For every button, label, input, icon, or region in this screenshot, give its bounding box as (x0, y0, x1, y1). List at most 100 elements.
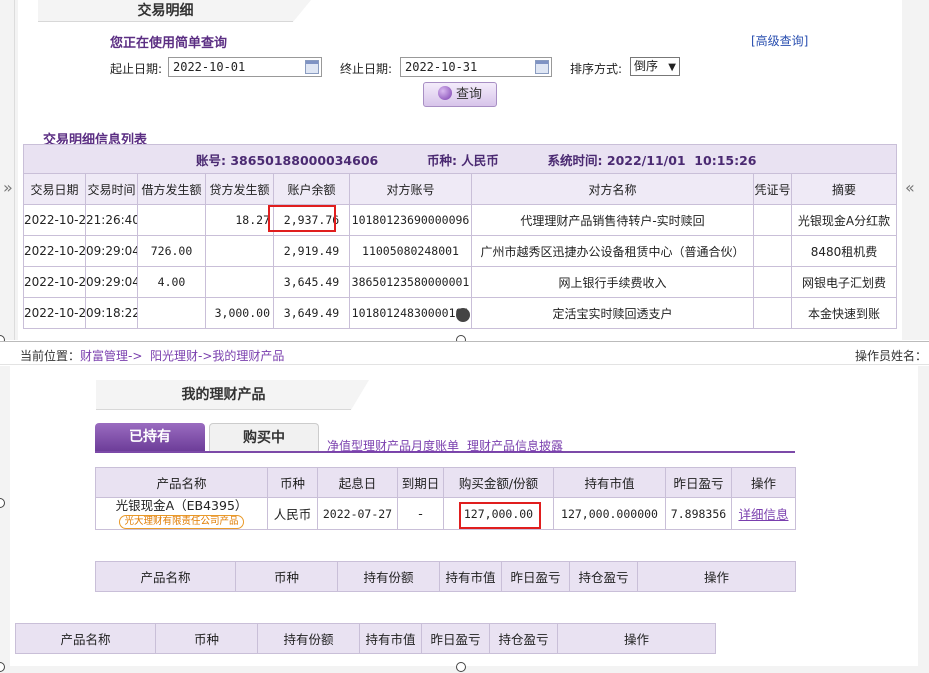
info-disclosure-link[interactable]: 理财产品信息披露 (467, 437, 563, 454)
table-row: 2022-10-27 09:29:04 4.00 3,645.49 386501… (23, 266, 897, 298)
column-header: 持有市值 (359, 623, 422, 654)
grid-line (14, 0, 15, 340)
tab-held[interactable]: 已持有 (95, 423, 205, 451)
start-date-label: 起止日期: (110, 62, 163, 76)
cell-debit: 4.00 (137, 266, 206, 298)
table-header: 产品名称 币种 持有份额 持有市值 昨日盈亏 持仓盈亏 操作 (95, 561, 796, 592)
column-header: 起息日 (317, 467, 398, 498)
column-header: 持有份额 (337, 561, 440, 592)
breadcrumb-wealth-link[interactable]: 财富管理-> (80, 349, 142, 363)
cell-voucher (753, 235, 792, 267)
cell-credit: 3,000.00 (205, 297, 274, 329)
cell-credit (205, 235, 274, 267)
column-header: 昨日盈亏 (665, 467, 732, 498)
cell-balance: 3,645.49 (273, 266, 350, 298)
column-header: 借方发生额 (137, 173, 206, 205)
account-label: 账号: (196, 152, 226, 168)
cell-date: 2022-10-27 (23, 204, 86, 236)
cell-time: 09:18:22 (85, 297, 138, 329)
cell-product-name: 光银现金A（EB4395） 光大理财有限责任公司产品 (95, 497, 268, 530)
monthly-statement-link[interactable]: 净值型理财产品月度账单 (327, 437, 459, 454)
cell-name: 定活宝实时赎回透支户 (471, 297, 754, 329)
cell-memo: 网银电子汇划费 (791, 266, 897, 298)
cell-date: 2022-10-27 (23, 266, 86, 298)
column-header: 币种 (235, 561, 338, 592)
column-header: 贷方发生额 (205, 173, 274, 205)
cell-voucher (753, 266, 792, 298)
column-header: 账户余额 (273, 173, 350, 205)
product-name: 光银现金A（EB4395） (115, 497, 248, 513)
column-header: 交易日期 (23, 173, 86, 205)
cell-name: 广州市越秀区迅捷办公设备租赁中心（普通合伙） (471, 235, 754, 267)
cell-debit: 726.00 (137, 235, 206, 267)
column-header: 对方账号 (349, 173, 472, 205)
column-header: 操作 (557, 623, 716, 654)
column-header: 交易时间 (85, 173, 138, 205)
systime-value: 2022/11/01 10:15:26 (606, 152, 757, 168)
tab-buying[interactable]: 购买中 (209, 423, 319, 451)
cell-memo: 本金快速到账 (791, 297, 897, 329)
cell-name: 代理理财产品销售待转户-实时赎回 (471, 204, 754, 236)
column-header: 币种 (267, 467, 318, 498)
account-info-row: 账号: 38650188000034606 币种: 人民币 系统时间: 2022… (23, 144, 897, 174)
cell-action: 详细信息 (731, 497, 796, 530)
start-date-value: 2022-10-01 (173, 60, 246, 74)
cell-time: 09:29:04 (85, 266, 138, 298)
resize-handle[interactable] (456, 662, 466, 672)
start-date-input[interactable]: 2022-10-01 (168, 57, 322, 77)
sort-select[interactable]: 倒序 ▼ (630, 57, 680, 76)
cell-date: 2022-10-27 (23, 297, 86, 329)
calendar-icon[interactable] (535, 60, 549, 74)
transaction-table: 账号: 38650188000034606 币种: 人民币 系统时间: 2022… (23, 144, 897, 329)
sort-label: 排序方式: (570, 62, 623, 76)
cell-voucher (753, 297, 792, 329)
column-header: 产品名称 (15, 623, 156, 654)
column-header: 购买金额/份额 (443, 467, 554, 498)
table-row: 光银现金A（EB4395） 光大理财有限责任公司产品 人民币 2022-07-2… (95, 497, 796, 530)
column-header: 到期日 (397, 467, 444, 498)
highlight-balance-box (268, 205, 336, 232)
account-value: 38650188000034606 (230, 152, 379, 168)
cell-currency: 人民币 (267, 497, 318, 530)
table-row: 2022-10-27 09:29:04 726.00 2,919.49 1100… (23, 235, 897, 267)
table-header: 产品名称 币种 起息日 到期日 购买金额/份额 持有市值 昨日盈亏 操作 (95, 467, 796, 498)
currency-label: 币种: (426, 152, 457, 168)
cell-yesterday-pnl: 7.898356 (665, 497, 732, 530)
cell-account: 11005080248001 (349, 235, 472, 267)
column-header: 币种 (155, 623, 258, 654)
product-window: « 我的理财产品 已持有 购买中 净值型理财产品月度账单 理财产品信息披露 产品… (0, 366, 929, 673)
third-products-table: 产品名称 币种 持有份额 持有市值 昨日盈亏 持仓盈亏 操作 (15, 623, 716, 654)
collapse-right-icon[interactable]: « (905, 178, 915, 197)
cell-credit (205, 266, 274, 298)
column-header: 操作 (731, 467, 796, 498)
highlight-amount-box (459, 502, 541, 529)
held-products-table: 产品名称 币种 起息日 到期日 购买金额/份额 持有市值 昨日盈亏 操作 光银现… (95, 467, 796, 530)
cell-date: 2022-10-27 (23, 235, 86, 267)
collapse-left-icon[interactable]: » (3, 178, 13, 197)
end-date-value: 2022-10-31 (405, 60, 478, 74)
column-header: 持仓盈亏 (569, 561, 638, 592)
currency-value: 人民币 (461, 152, 499, 168)
table-row: 2022-10-27 21:26:40 18.27 2,937.76 10180… (23, 204, 897, 236)
transaction-window: » « 交易明细 您正在使用简单查询 [高级查询] 起止日期: 2022-10-… (0, 0, 929, 340)
column-header: 产品名称 (95, 561, 236, 592)
column-header: 对方名称 (471, 173, 754, 205)
cell-account: 38650123580000001 (349, 266, 472, 298)
cell-account: 10180123690000096 (349, 204, 472, 236)
breadcrumb-sunshine-link[interactable]: 阳光理财->我的理财产品 (150, 349, 284, 363)
end-date-label: 终止日期: (340, 62, 393, 76)
search-button[interactable]: 查询 (423, 82, 497, 107)
cell-start-date: 2022-07-27 (317, 497, 398, 530)
rotate-handle-icon[interactable] (456, 308, 470, 322)
cell-voucher (753, 204, 792, 236)
end-date-input[interactable]: 2022-10-31 (400, 57, 552, 77)
detail-link[interactable]: 详细信息 (738, 507, 788, 522)
second-products-table: 产品名称 币种 持有份额 持有市值 昨日盈亏 持仓盈亏 操作 (95, 561, 796, 592)
cell-end-date: - (397, 497, 444, 530)
calendar-icon[interactable] (305, 60, 319, 74)
column-header: 持仓盈亏 (489, 623, 558, 654)
advanced-query-link[interactable]: [高级查询] (751, 32, 808, 49)
cell-balance: 2,919.49 (273, 235, 350, 267)
cell-debit (137, 297, 206, 329)
breadcrumb-prefix: 当前位置： (20, 349, 81, 363)
